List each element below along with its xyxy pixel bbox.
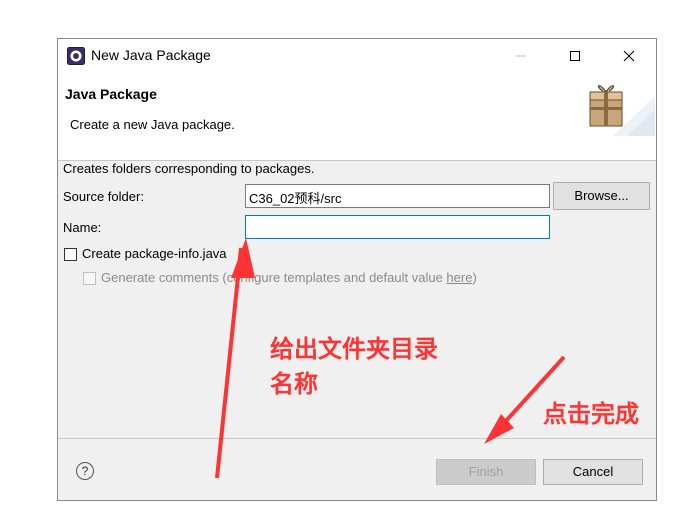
browse-button[interactable]: Browse... xyxy=(553,182,650,210)
generate-comments-checkbox xyxy=(83,272,96,285)
create-package-info-label[interactable]: Create package-info.java xyxy=(82,246,227,261)
name-annotation-line2: 名称 xyxy=(270,370,318,398)
minimize-button[interactable] xyxy=(498,39,544,73)
name-label: Name: xyxy=(63,220,102,235)
finish-annotation: 点击完成 xyxy=(543,400,639,428)
source-folder-field[interactable]: C36_02预科/src xyxy=(245,184,550,208)
generate-comments-text: Generate comments (configure templates a… xyxy=(101,270,447,285)
close-button[interactable] xyxy=(606,39,652,73)
footer-separator xyxy=(58,438,656,439)
help-icon[interactable]: ? xyxy=(76,462,94,480)
info-text: Creates folders corresponding to package… xyxy=(63,161,315,176)
finish-button[interactable]: Finish xyxy=(436,459,536,485)
source-folder-label: Source folder: xyxy=(63,189,144,204)
window-title: New Java Package xyxy=(91,47,211,63)
wizard-header: Java Package Create a new Java package. xyxy=(58,73,656,161)
package-wizard-icon xyxy=(589,85,655,136)
minimize-icon xyxy=(516,55,526,57)
maximize-button[interactable] xyxy=(552,39,598,73)
name-annotation-line1: 给出文件夹目录 xyxy=(270,335,438,363)
generate-comments-suffix: ) xyxy=(472,270,477,285)
title-bar: New Java Package xyxy=(58,39,656,73)
new-java-package-dialog: New Java Package Java Package Create a n… xyxy=(57,38,657,501)
create-package-info-checkbox[interactable] xyxy=(64,248,77,261)
eclipse-app-icon xyxy=(67,47,85,65)
wizard-title: Java Package xyxy=(65,86,157,102)
configure-templates-link[interactable]: here xyxy=(446,270,472,285)
close-icon xyxy=(623,50,635,62)
maximize-icon xyxy=(570,51,580,61)
cancel-button[interactable]: Cancel xyxy=(543,459,643,485)
wizard-description: Create a new Java package. xyxy=(70,117,235,132)
name-field[interactable] xyxy=(245,215,550,239)
generate-comments-label: Generate comments (configure templates a… xyxy=(101,270,477,285)
